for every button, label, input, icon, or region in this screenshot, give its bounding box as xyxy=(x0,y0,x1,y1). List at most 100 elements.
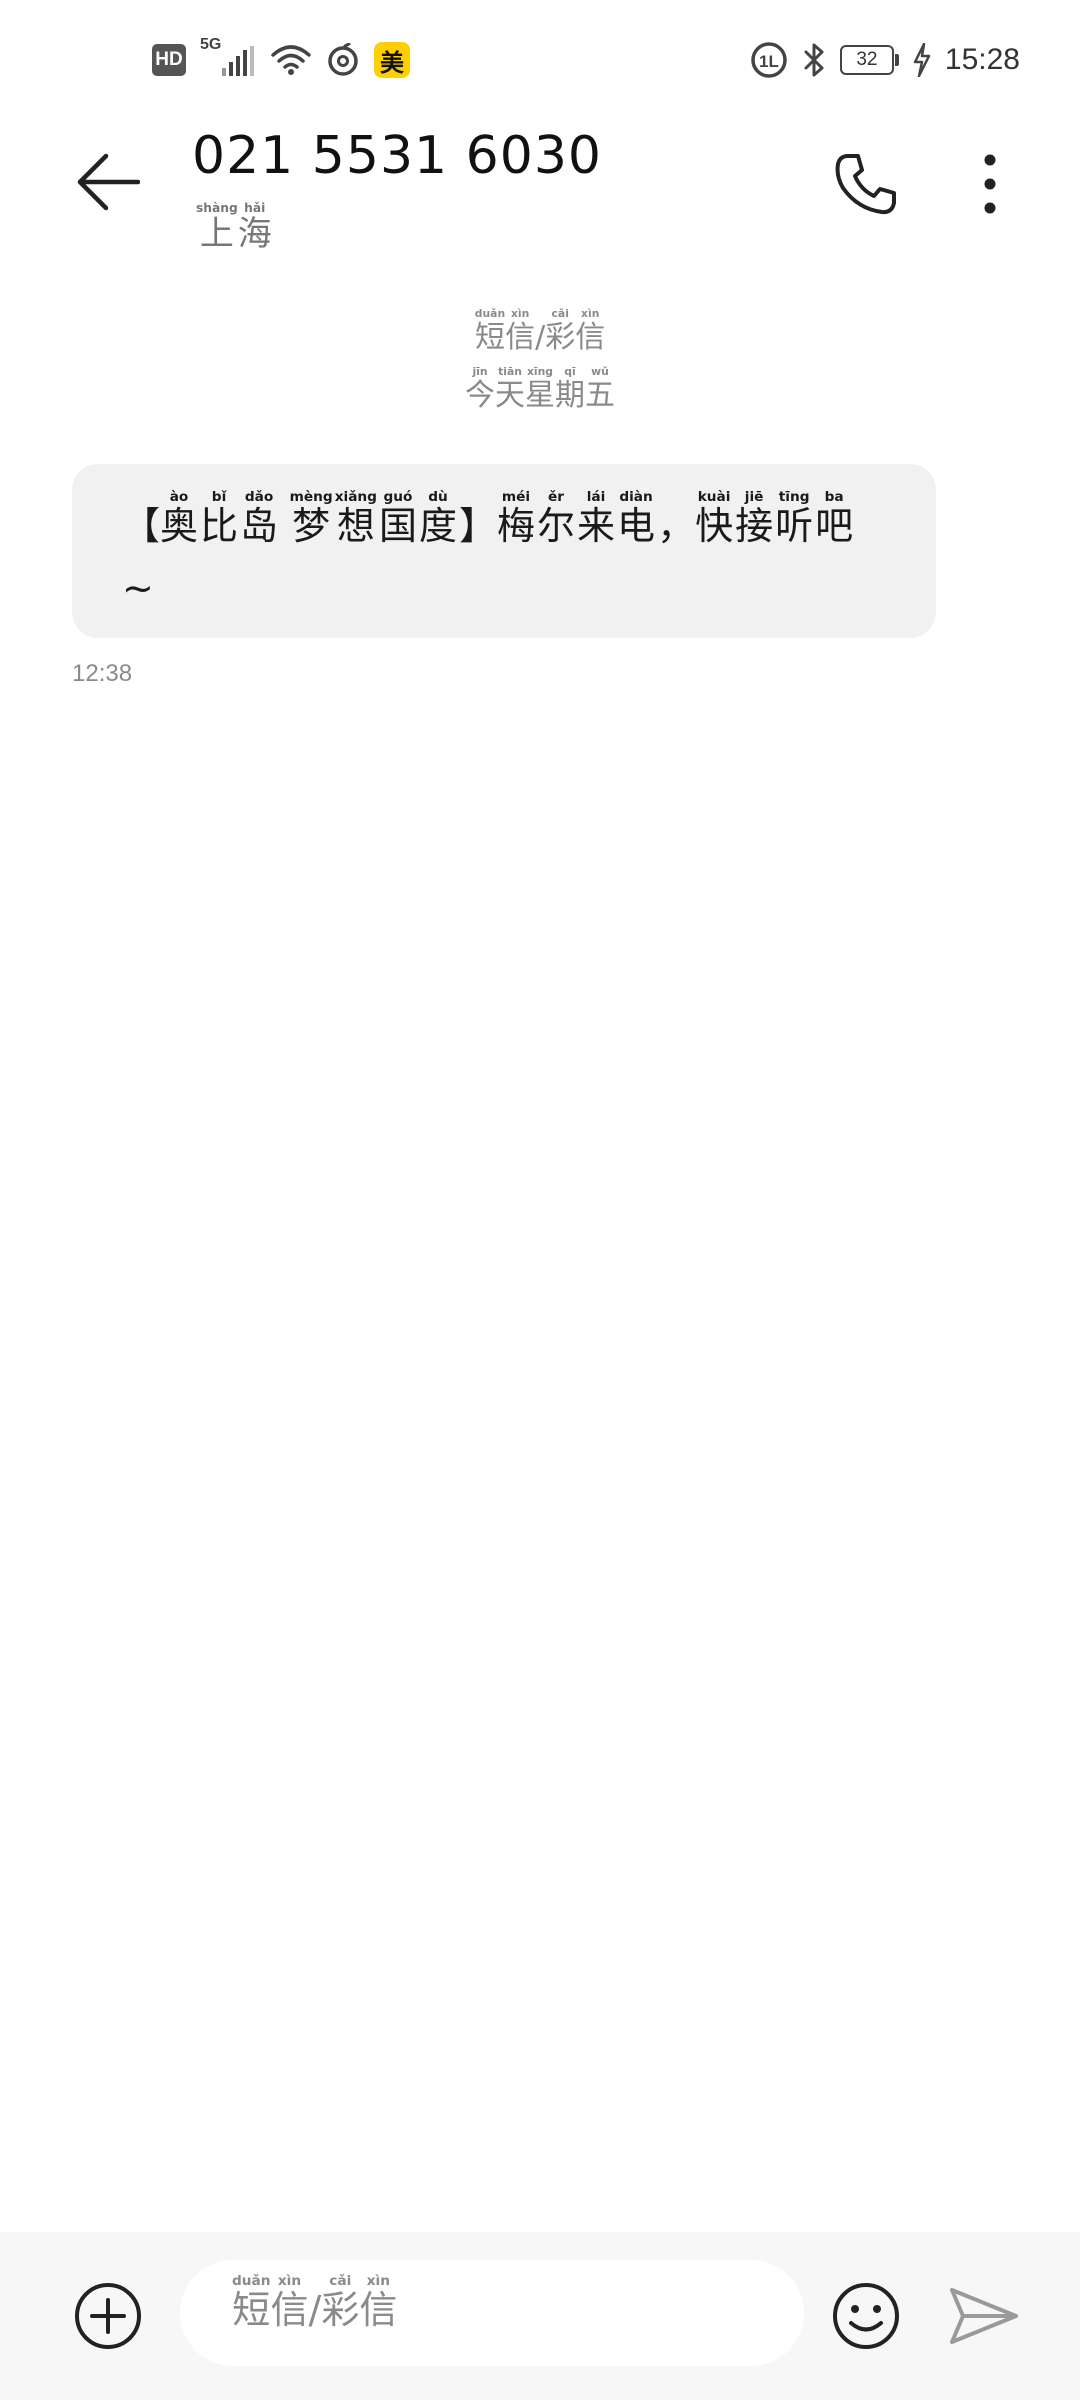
status-bar-right: 1L 32 15:28 xyxy=(750,38,1020,82)
battery-level: 32 xyxy=(839,45,894,75)
message-bubble[interactable]: 【奥ào比bǐ岛dǎo 梦mèng想xiǎng国guó度dù】梅méi尔ěr来l… xyxy=(72,464,936,638)
pinyin-annotation: xìn xyxy=(270,2273,309,2289)
pinyin-annotation: lái xyxy=(577,489,616,505)
status-bar: HD 5G 美 1L 32 15:28 xyxy=(0,0,1080,118)
ruby-char: 海hǎi xyxy=(237,201,272,254)
ruby-char: 梅méi xyxy=(497,489,536,548)
ruby-char: 信xìn xyxy=(359,2273,398,2332)
pinyin-annotation: duǎn xyxy=(474,307,506,320)
ruby-char: 今jīn xyxy=(465,365,495,413)
volte-icon: 1L xyxy=(751,42,787,78)
pinyin-annotation: hǎi xyxy=(237,201,272,215)
message-timestamp: 12:38 xyxy=(72,660,133,687)
pinyin-annotation: ěr xyxy=(537,489,576,505)
ruby-char: 信xìn xyxy=(575,307,606,355)
plain-char: 】 xyxy=(458,504,497,548)
ruby-char: 来lái xyxy=(577,489,616,548)
pinyin-annotation: wǔ xyxy=(585,365,615,378)
add-circle-icon xyxy=(75,2283,141,2349)
ruby-char: 比bǐ xyxy=(200,489,239,548)
ruby-char: 短duǎn xyxy=(474,307,506,355)
pinyin-annotation: dǎo xyxy=(240,489,279,505)
ruby-char: 接jiē xyxy=(735,489,774,548)
ruby-char: 彩cǎi xyxy=(321,2273,360,2332)
signal-icon: 5G xyxy=(200,36,256,80)
pinyin-annotation: shàng xyxy=(196,201,238,215)
contact-number: 021 5531 6030 xyxy=(192,126,602,186)
ruby-char: 天tiān xyxy=(495,365,525,413)
pinyin-annotation: cǎi xyxy=(321,2273,360,2289)
battery-tip xyxy=(894,54,899,66)
pinyin-annotation: ba xyxy=(815,489,854,505)
pinyin-annotation: kuài xyxy=(695,489,734,505)
call-button[interactable] xyxy=(826,144,906,224)
ruby-char: 度dù xyxy=(418,489,457,548)
ruby-char: 岛dǎo xyxy=(240,489,279,548)
ruby-char: 国guó xyxy=(378,489,417,548)
ruby-char: 吧ba xyxy=(815,489,854,548)
ruby-char: 期qī xyxy=(555,365,585,413)
contact-location: 上shàng海hǎi xyxy=(196,202,272,255)
pinyin-annotation: diàn xyxy=(617,489,656,505)
pinyin-annotation: bǐ xyxy=(200,489,239,505)
pinyin-annotation: tiān xyxy=(495,365,525,378)
pinyin-annotation: mèng xyxy=(289,489,333,505)
send-button[interactable] xyxy=(946,2278,1022,2354)
ruby-char: 星xīng xyxy=(525,365,555,413)
message-input-placeholder: 短duǎn信xìn/彩cǎi信xìn xyxy=(232,2274,397,2334)
meituan-icon: 美 xyxy=(374,42,410,78)
bluetooth-icon xyxy=(804,43,824,77)
pinyin-annotation: ào xyxy=(160,489,199,505)
hd-icon: HD xyxy=(152,44,186,76)
ruby-char: 短duǎn xyxy=(232,2273,271,2332)
message-type-label: 短duǎn信xìn/彩cǎi信xìn xyxy=(475,308,606,366)
ruby-char: 奥ào xyxy=(160,489,199,548)
date-separator: 今jīn天tiān星xīng期qī五wǔ xyxy=(465,366,615,424)
status-bar-left: HD 5G 美 xyxy=(152,36,410,82)
message-input[interactable]: 短duǎn信xìn/彩cǎi信xìn xyxy=(180,2260,804,2366)
conversation-meta: 短duǎn信xìn/彩cǎi信xìn 今jīn天tiān星xīng期qī五wǔ xyxy=(0,308,1080,424)
plain-char: ， xyxy=(657,504,696,548)
status-clock: 15:28 xyxy=(944,43,1020,76)
svg-text:1L: 1L xyxy=(759,52,779,71)
ruby-char: 想xiǎng xyxy=(334,489,377,548)
signal-bars-icon xyxy=(222,46,254,76)
back-button[interactable] xyxy=(70,144,146,220)
pinyin-annotation: xìn xyxy=(359,2273,398,2289)
ruby-char: 听tīng xyxy=(775,489,814,548)
plain-char: / xyxy=(535,320,546,355)
pinyin-annotation: xiǎng xyxy=(334,489,377,505)
pinyin-annotation: guó xyxy=(378,489,417,505)
network-type-label: 5G xyxy=(200,36,222,53)
pinyin-annotation: qī xyxy=(555,365,585,378)
ruby-char: 梦mèng xyxy=(289,489,333,548)
ruby-char: 快kuài xyxy=(695,489,734,548)
compose-bar: 短duǎn信xìn/彩cǎi信xìn xyxy=(0,2232,1080,2400)
pinyin-annotation: duǎn xyxy=(232,2273,271,2289)
emoji-icon xyxy=(833,2283,899,2349)
ruby-char: 彩cǎi xyxy=(545,307,576,355)
wifi-icon xyxy=(271,45,311,75)
phone-icon xyxy=(835,154,896,215)
emoji-button[interactable] xyxy=(828,2278,904,2354)
pinyin-annotation: jiē xyxy=(735,489,774,505)
ruby-char: 尔ěr xyxy=(537,489,576,548)
pinyin-annotation: xìn xyxy=(505,307,536,320)
pinyin-annotation: tīng xyxy=(775,489,814,505)
plain-char: 【 xyxy=(122,504,161,548)
pinyin-annotation: xīng xyxy=(525,365,555,378)
pinyin-annotation: cǎi xyxy=(545,307,576,320)
more-options-button[interactable] xyxy=(962,144,1018,224)
plain-char: / xyxy=(308,2288,322,2332)
ruby-char: 电diàn xyxy=(617,489,656,548)
ruby-char: 信xìn xyxy=(505,307,536,355)
back-arrow-icon xyxy=(77,153,140,211)
ruby-char: 五wǔ xyxy=(585,365,615,413)
netease-music-icon xyxy=(328,43,358,76)
pinyin-annotation: jīn xyxy=(465,365,495,378)
charging-icon xyxy=(913,43,931,77)
more-vertical-icon xyxy=(984,154,996,214)
attach-button[interactable] xyxy=(70,2278,146,2354)
battery-icon: 32 xyxy=(839,45,899,75)
ruby-char: 上shàng xyxy=(196,201,238,254)
